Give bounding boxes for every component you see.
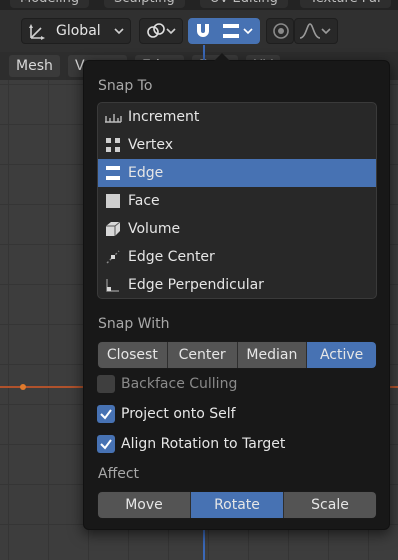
snap-with-median[interactable]: Median	[237, 342, 308, 368]
menu-mesh[interactable]: Mesh	[9, 55, 60, 77]
backface-culling-checkbox[interactable]: Backface Culling	[97, 373, 237, 395]
y-axis-line-top	[203, 45, 205, 60]
snap-to-volume[interactable]: Volume	[98, 215, 376, 243]
falloff-curve-icon	[299, 21, 321, 41]
snap-to-edge-center[interactable]: Edge Center	[98, 243, 376, 271]
increment-icon	[98, 109, 128, 125]
transform-orientation-icon	[28, 21, 48, 41]
checkbox-unchecked-icon	[97, 375, 115, 393]
snap-to-edge-perpendicular-label: Edge Perpendicular	[128, 277, 264, 293]
workspace-tab-modeling[interactable]: Modeling	[10, 0, 90, 8]
workspace-tab-uv-editing[interactable]: UV Editing	[200, 0, 288, 8]
pivot-point-dropdown[interactable]	[139, 18, 183, 44]
edge-icon	[98, 164, 128, 182]
transform-orientation-dropdown[interactable]: Global	[21, 18, 131, 44]
align-rotation-label: Align Rotation to Target	[121, 436, 286, 452]
align-rotation-checkbox[interactable]: Align Rotation to Target	[97, 433, 285, 455]
snap-with-closest[interactable]: Closest	[98, 342, 168, 368]
affect-rotate[interactable]: Rotate	[191, 492, 284, 518]
snap-element-dropdown[interactable]	[216, 18, 260, 44]
proportional-edit-icon	[271, 21, 291, 41]
edge-snap-icon	[221, 21, 241, 41]
viewport-header: Global	[0, 10, 398, 52]
affect-move[interactable]: Move	[98, 492, 191, 518]
affect-selector: Move Rotate Scale	[97, 491, 377, 519]
proportional-falloff-dropdown[interactable]	[294, 18, 338, 44]
pivot-point-icon	[145, 21, 167, 41]
backface-culling-label: Backface Culling	[121, 376, 238, 392]
affect-label: Affect	[98, 466, 140, 482]
snap-with-active[interactable]: Active	[307, 342, 376, 368]
snap-with-selector: Closest Center Median Active	[97, 341, 377, 369]
snap-to-face[interactable]: Face	[98, 187, 376, 215]
chevron-down-icon	[165, 25, 177, 37]
transform-orientation-value: Global	[56, 23, 101, 39]
volume-icon	[98, 220, 128, 238]
vertex-icon	[98, 136, 128, 154]
snap-to-edge-perpendicular[interactable]: Edge Perpendicular	[98, 271, 376, 298]
chevron-down-icon	[113, 25, 125, 37]
y-axis-line	[203, 525, 205, 560]
project-onto-self-label: Project onto Self	[121, 406, 236, 422]
snap-with-label: Snap With	[98, 316, 170, 332]
snap-to-edge[interactable]: Edge	[98, 159, 376, 187]
project-onto-self-checkbox[interactable]: Project onto Self	[97, 403, 236, 425]
snap-to-increment-label: Increment	[128, 109, 200, 125]
snap-to-edge-center-label: Edge Center	[128, 249, 215, 265]
snap-to-edge-label: Edge	[128, 165, 164, 181]
snap-to-volume-label: Volume	[128, 221, 181, 237]
snap-to-vertex-label: Vertex	[128, 137, 174, 153]
edge-center-icon	[98, 248, 128, 266]
checkmark-icon	[97, 435, 115, 453]
snap-with-center[interactable]: Center	[167, 342, 238, 368]
snap-to-face-label: Face	[128, 193, 160, 209]
snap-to-vertex[interactable]: Vertex	[98, 131, 376, 159]
snap-to-label: Snap To	[98, 78, 153, 94]
popover-arrow	[214, 53, 230, 61]
chevron-down-icon	[242, 25, 254, 37]
workspace-tab-sculpting[interactable]: Sculpting	[104, 0, 185, 8]
snapping-popover: Snap To Increment Vertex Edge Face Volum…	[83, 53, 390, 530]
workspace-tabs: Modeling Sculpting UV Editing Texture Pa…	[0, 0, 398, 10]
snap-toggle-button[interactable]	[188, 18, 216, 44]
face-icon	[98, 192, 128, 210]
proportional-edit-toggle[interactable]	[266, 18, 294, 44]
magnet-icon	[193, 21, 213, 41]
world-origin-dot	[20, 384, 26, 390]
workspace-tab-texture-paint[interactable]: Texture Pai	[300, 0, 391, 8]
snap-to-increment[interactable]: Increment	[98, 103, 376, 131]
snap-to-list: Increment Vertex Edge Face Volume Edge C…	[97, 102, 377, 299]
chevron-down-icon	[320, 25, 332, 37]
edge-perpendicular-icon	[98, 276, 128, 294]
checkmark-icon	[97, 405, 115, 423]
affect-scale[interactable]: Scale	[284, 492, 376, 518]
